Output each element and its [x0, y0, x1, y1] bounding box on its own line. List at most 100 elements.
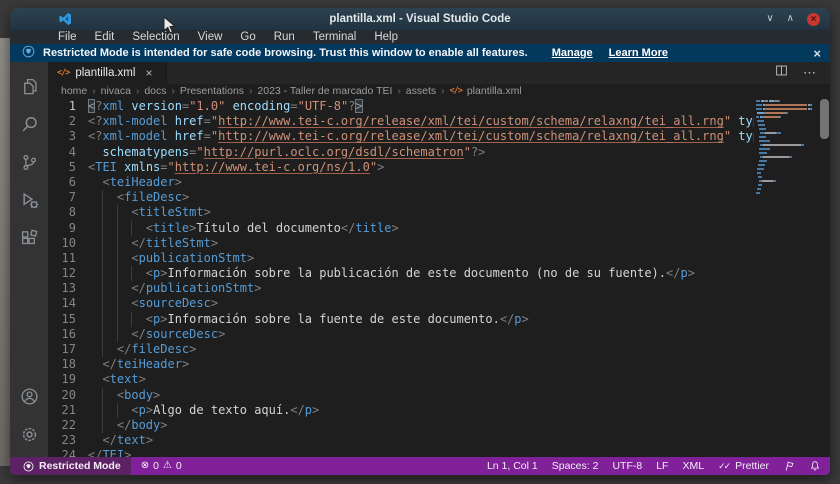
indent-guide: [102, 281, 103, 296]
split-editor-button[interactable]: [775, 64, 788, 82]
code-line[interactable]: 20 <body>: [48, 388, 754, 403]
indent-guide: [102, 296, 103, 311]
indent-guide: [117, 312, 118, 327]
code-line[interactable]: 21 <p>Algo de texto aquí.</p>: [48, 403, 754, 418]
code-line[interactable]: 19 <text>: [48, 372, 754, 387]
status-cursor-position[interactable]: Ln 1, Col 1: [487, 460, 538, 472]
titlebar[interactable]: plantilla.xml - Visual Studio Code ∨∧×: [10, 8, 830, 30]
scrollbar-thumb[interactable]: [820, 99, 829, 139]
indent-guide: [117, 296, 118, 311]
warning-icon: ⚠: [163, 461, 172, 471]
maximize-button[interactable]: ∧: [787, 14, 794, 24]
code-line[interactable]: 11 <publicationStmt>: [48, 251, 754, 266]
status-indentation[interactable]: Spaces: 2: [552, 460, 599, 472]
indent-guide: [117, 327, 118, 342]
code-line[interactable]: 6 <teiHeader>: [48, 175, 754, 190]
code-line-content: <p>Algo de texto aquí.</p>: [76, 403, 754, 418]
status-notifications[interactable]: [809, 460, 821, 472]
error-count: 0: [153, 460, 159, 472]
code-line[interactable]: 23 </text>: [48, 433, 754, 448]
tab-bar: </>plantilla.xml× ⋯: [48, 62, 830, 84]
status-language-mode[interactable]: XML: [682, 460, 704, 472]
code-line[interactable]: 17 </fileDesc>: [48, 342, 754, 357]
code-line[interactable]: 9 <title>Título del documento</title>: [48, 221, 754, 236]
line-number: 6: [48, 175, 76, 190]
code-line[interactable]: 14 <sourceDesc>: [48, 296, 754, 311]
code-editor[interactable]: 1<?xml version="1.0" encoding="UTF-8"?>2…: [48, 98, 830, 457]
line-number: 3: [48, 129, 76, 144]
code-line[interactable]: 7 <fileDesc>: [48, 190, 754, 205]
status-indentation-label: Spaces: 2: [552, 460, 599, 472]
activity-source-control-button[interactable]: [10, 143, 48, 181]
code-line[interactable]: 16 </sourceDesc>: [48, 327, 754, 342]
code-line[interactable]: 18 </teiHeader>: [48, 357, 754, 372]
code-line[interactable]: 13 </publicationStmt>: [48, 281, 754, 296]
code-line[interactable]: 15 <p>Información sobre la fuente de est…: [48, 312, 754, 327]
minimap-line: [756, 172, 818, 174]
error-icon: ⊗: [141, 461, 149, 471]
code-line[interactable]: 1<?xml version="1.0" encoding="UTF-8"?>: [48, 99, 754, 114]
more-actions-button[interactable]: ⋯: [803, 64, 816, 82]
activity-accounts-button[interactable]: [10, 377, 48, 415]
breadcrumb-item[interactable]: docs: [144, 85, 166, 97]
status-flag[interactable]: [783, 460, 795, 472]
restricted-mode-status[interactable]: Restricted Mode: [10, 457, 131, 475]
breadcrumb-separator: ›: [136, 86, 139, 97]
indent-guide: [117, 251, 118, 266]
banner-link-manage[interactable]: Manage: [552, 47, 593, 59]
breadcrumb-separator: ›: [172, 86, 175, 97]
code-line[interactable]: 5<TEI xmlns="http://www.tei-c.org/ns/1.0…: [48, 160, 754, 175]
problems-status[interactable]: ⊗0⚠0: [131, 460, 192, 472]
minimize-button[interactable]: ∨: [766, 14, 773, 24]
menu-item-selection[interactable]: Selection: [123, 30, 188, 44]
breadcrumb-item[interactable]: 2023 - Taller de marcado TEI: [257, 85, 392, 97]
close-icon[interactable]: ×: [145, 66, 152, 80]
search-icon: [20, 115, 39, 134]
activity-run-and-debug-button[interactable]: [10, 181, 48, 219]
activity-explorer-button[interactable]: [10, 67, 48, 105]
code-line[interactable]: 3<?xml-model href="http://www.tei-c.org/…: [48, 129, 754, 144]
banner-link-learn-more[interactable]: Learn More: [609, 47, 668, 59]
menu-item-file[interactable]: File: [49, 30, 86, 44]
activity-settings-button[interactable]: [10, 415, 48, 453]
line-number: 10: [48, 236, 76, 251]
code-line-content: <sourceDesc>: [76, 296, 754, 311]
minimap-line: [756, 140, 818, 142]
close-button[interactable]: ×: [807, 13, 820, 26]
breadcrumb-item[interactable]: assets: [406, 85, 436, 97]
activity-search-button[interactable]: [10, 105, 48, 143]
breadcrumb-item[interactable]: Presentations: [180, 85, 244, 97]
minimap[interactable]: [756, 100, 818, 196]
minimap-line: [756, 124, 818, 126]
line-number: 23: [48, 433, 76, 448]
breadcrumb-item[interactable]: nivaca: [101, 85, 131, 97]
code-line[interactable]: 10 </titleStmt>: [48, 236, 754, 251]
status-eol[interactable]: LF: [656, 460, 668, 472]
tab-plantilla.xml[interactable]: </>plantilla.xml×: [48, 62, 167, 84]
code-line[interactable]: 24</TEI>: [48, 448, 754, 457]
menu-item-edit[interactable]: Edit: [86, 30, 124, 44]
menu-item-go[interactable]: Go: [231, 30, 264, 44]
code-line[interactable]: 12 <p>Información sobre la publicación d…: [48, 266, 754, 281]
status-bar: Restricted Mode⊗0⚠0 Ln 1, Col 1Spaces: 2…: [10, 457, 830, 475]
code-line[interactable]: 8 <titleStmt>: [48, 205, 754, 220]
line-number: 11: [48, 251, 76, 266]
status-formatter[interactable]: ✓✓Prettier: [718, 460, 769, 472]
menu-item-help[interactable]: Help: [365, 30, 407, 44]
menu-item-view[interactable]: View: [189, 30, 232, 44]
line-number: 17: [48, 342, 76, 357]
close-icon[interactable]: ×: [813, 47, 821, 60]
breadcrumb-item[interactable]: plantilla.xml: [467, 85, 522, 97]
code-line-content: </titleStmt>: [76, 236, 754, 251]
minimap-line: [756, 148, 818, 150]
code-line[interactable]: 22 </body>: [48, 418, 754, 433]
menu-item-terminal[interactable]: Terminal: [304, 30, 365, 44]
breadcrumb-item[interactable]: home: [61, 85, 87, 97]
status-cursor-position-label: Ln 1, Col 1: [487, 460, 538, 472]
line-number: 1: [48, 99, 76, 114]
status-encoding[interactable]: UTF-8: [612, 460, 642, 472]
code-line[interactable]: 2<?xml-model href="http://www.tei-c.org/…: [48, 114, 754, 129]
code-line[interactable]: 4 schematypens="http://purl.oclc.org/dsd…: [48, 145, 754, 160]
activity-extensions-button[interactable]: [10, 219, 48, 257]
menu-item-run[interactable]: Run: [265, 30, 304, 44]
